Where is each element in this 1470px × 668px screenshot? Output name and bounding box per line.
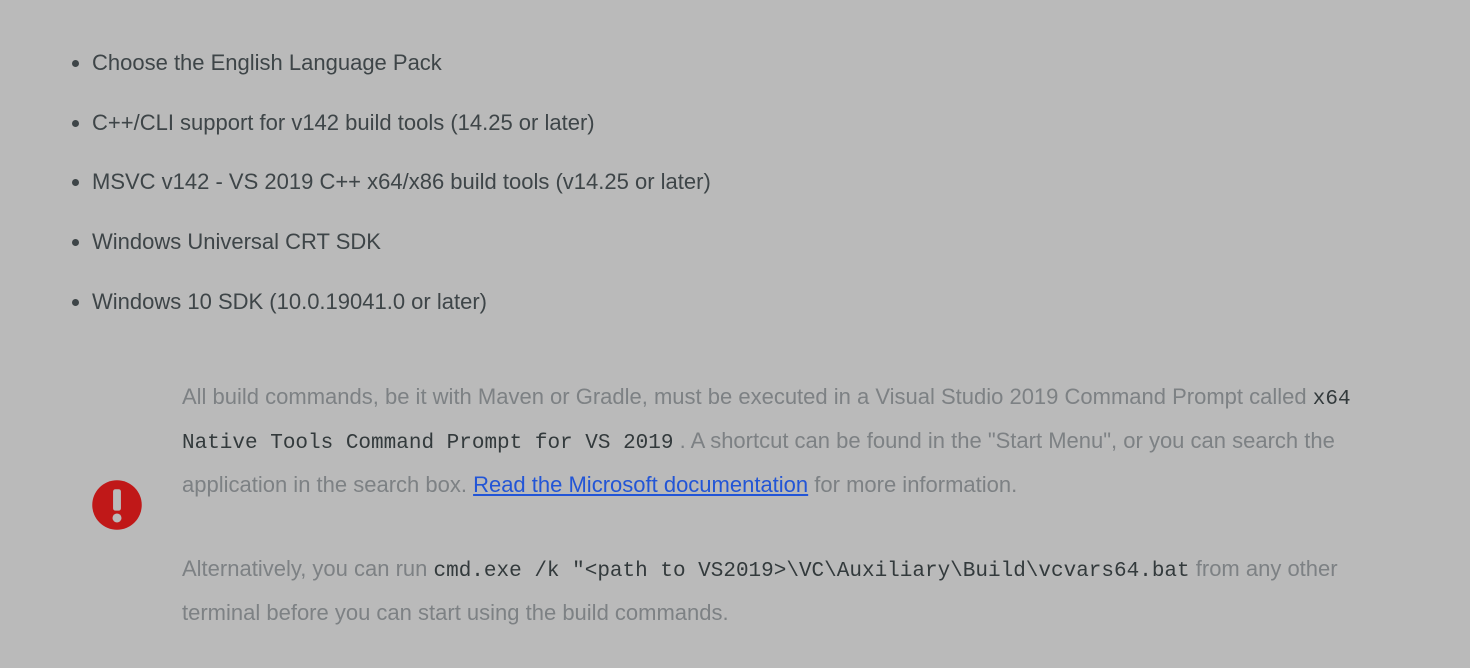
list-item: Choose the English Language Pack xyxy=(92,48,1420,78)
important-body: All build commands, be it with Maven or … xyxy=(182,376,1410,633)
important-note: All build commands, be it with Maven or … xyxy=(50,346,1420,643)
note-text: Alternatively, you can run xyxy=(182,556,434,581)
requirements-list: Choose the English Language Pack C++/CLI… xyxy=(50,48,1420,316)
code-inline: cmd.exe /k "<path to VS2019>\VC\Auxiliar… xyxy=(434,560,1190,583)
list-item: MSVC v142 - VS 2019 C++ x64/x86 build to… xyxy=(92,167,1420,197)
note-text: for more information. xyxy=(814,472,1017,497)
list-item: C++/CLI support for v142 build tools (14… xyxy=(92,108,1420,138)
doc-link[interactable]: Read the Microsoft documentation xyxy=(473,472,808,497)
note-paragraph-2: Alternatively, you can run cmd.exe /k "<… xyxy=(182,548,1410,634)
document-body: Choose the English Language Pack C++/CLI… xyxy=(0,0,1470,644)
list-item: Windows 10 SDK (10.0.19041.0 or later) xyxy=(92,287,1420,317)
list-item: Windows Universal CRT SDK xyxy=(92,227,1420,257)
note-paragraph-1: All build commands, be it with Maven or … xyxy=(182,376,1410,506)
note-text: All build commands, be it with Maven or … xyxy=(182,384,1313,409)
important-icon xyxy=(90,478,144,532)
